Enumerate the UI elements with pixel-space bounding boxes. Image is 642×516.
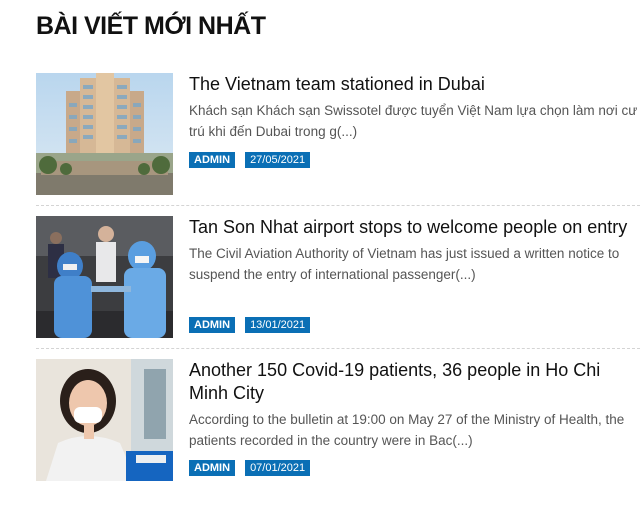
post-meta: ADMIN 13/01/2021 bbox=[189, 317, 311, 333]
post-meta: ADMIN 27/05/2021 bbox=[189, 152, 311, 168]
post-excerpt: The Civil Aviation Authority of Vietnam … bbox=[189, 246, 620, 282]
author-badge[interactable]: ADMIN bbox=[189, 152, 236, 168]
post-thumbnail[interactable] bbox=[36, 73, 173, 195]
hotel-building-photo-icon bbox=[36, 73, 173, 195]
post-item: Tan Son Nhat airport stops to welcome pe… bbox=[36, 216, 642, 338]
post-item: The Vietnam team stationed in Dubai Khác… bbox=[36, 73, 642, 195]
airport-health-workers-photo-icon bbox=[36, 216, 173, 338]
post-thumbnail[interactable] bbox=[36, 216, 173, 338]
post-title-link[interactable]: The Vietnam team stationed in Dubai bbox=[189, 74, 485, 94]
date-badge: 13/01/2021 bbox=[245, 317, 311, 333]
date-badge: 27/05/2021 bbox=[245, 152, 311, 168]
divider bbox=[36, 205, 640, 206]
latest-posts-widget: BÀI VIẾT MỚI NHẤT The Vietnam team stati… bbox=[0, 0, 642, 516]
post-excerpt: Khách sạn Khách sạn Swissotel được tuyển… bbox=[189, 103, 638, 139]
post-thumbnail[interactable] bbox=[36, 359, 173, 481]
author-badge[interactable]: ADMIN bbox=[189, 317, 236, 333]
post-body: The Vietnam team stationed in Dubai Khác… bbox=[189, 73, 639, 168]
post-excerpt: According to the bulletin at 19:00 on Ma… bbox=[189, 412, 625, 448]
post-title-link[interactable]: Tan Son Nhat airport stops to welcome pe… bbox=[189, 217, 627, 237]
post-body: Another 150 Covid-19 patients, 36 people… bbox=[189, 359, 639, 476]
post-body: Tan Son Nhat airport stops to welcome pe… bbox=[189, 216, 639, 333]
post-title[interactable]: Another 150 Covid-19 patients, 36 people… bbox=[189, 359, 639, 405]
post-title[interactable]: The Vietnam team stationed in Dubai bbox=[189, 73, 639, 96]
divider bbox=[36, 348, 640, 349]
post-title-link[interactable]: Another 150 Covid-19 patients, 36 people… bbox=[189, 360, 600, 403]
date-badge: 07/01/2021 bbox=[245, 460, 311, 476]
section-title: BÀI VIẾT MỚI NHẤT bbox=[36, 12, 266, 40]
author-badge[interactable]: ADMIN bbox=[189, 460, 236, 476]
post-item: Another 150 Covid-19 patients, 36 people… bbox=[36, 359, 642, 481]
post-meta: ADMIN 07/01/2021 bbox=[189, 460, 311, 476]
post-title[interactable]: Tan Son Nhat airport stops to welcome pe… bbox=[189, 216, 639, 239]
vaccination-woman-photo-icon bbox=[36, 359, 173, 481]
